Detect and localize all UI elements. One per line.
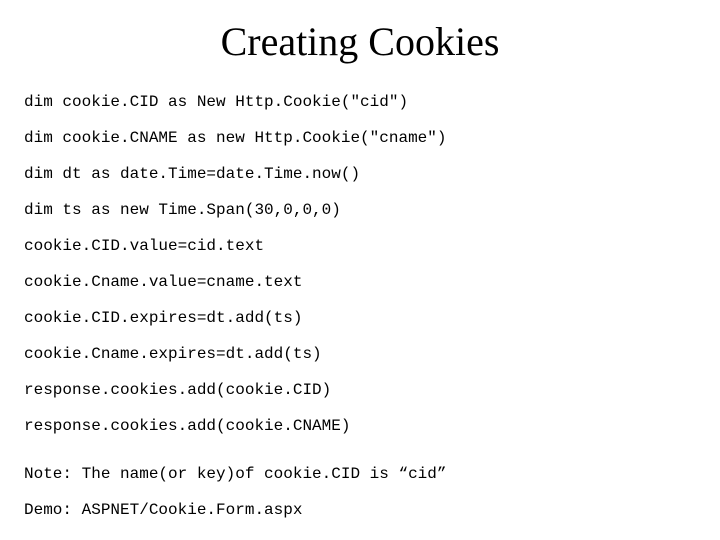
code-line: dim cookie.CNAME as new Http.Cookie("cna…	[24, 129, 696, 147]
code-line: response.cookies.add(cookie.CID)	[24, 381, 696, 399]
code-line: dim ts as new Time.Span(30,0,0,0)	[24, 201, 696, 219]
slide-title: Creating Cookies	[24, 18, 696, 65]
code-line: cookie.Cname.expires=dt.add(ts)	[24, 345, 696, 363]
code-line: response.cookies.add(cookie.CNAME)	[24, 417, 696, 435]
note-block: Note: The name(or key)of cookie.CID is “…	[24, 465, 696, 519]
note-line: Demo: ASPNET/Cookie.Form.aspx	[24, 501, 696, 519]
code-line: dim cookie.CID as New Http.Cookie("cid")	[24, 93, 696, 111]
code-block: dim cookie.CID as New Http.Cookie("cid")…	[24, 93, 696, 435]
code-line: cookie.CID.value=cid.text	[24, 237, 696, 255]
code-line: cookie.Cname.value=cname.text	[24, 273, 696, 291]
note-line: Note: The name(or key)of cookie.CID is “…	[24, 465, 696, 483]
code-line: dim dt as date.Time=date.Time.now()	[24, 165, 696, 183]
code-line: cookie.CID.expires=dt.add(ts)	[24, 309, 696, 327]
